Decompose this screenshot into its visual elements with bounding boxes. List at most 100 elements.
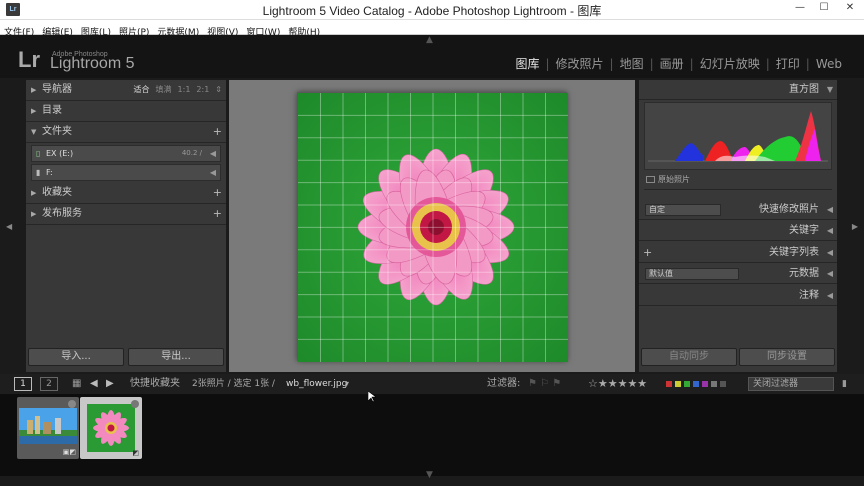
- filter-lock-icon[interactable]: ▮: [842, 374, 847, 394]
- right-panel-toggle-icon[interactable]: ▶: [852, 222, 858, 231]
- filter-preset-select[interactable]: 关闭过滤器: [748, 377, 834, 391]
- zoom-fit[interactable]: 适合: [134, 85, 150, 94]
- folders-header[interactable]: ▼ 文件夹 +: [26, 122, 226, 143]
- publish-services-header[interactable]: ▶ 发布服务 +: [26, 204, 226, 225]
- publish-services-label: 发布服务: [42, 208, 82, 219]
- module-book[interactable]: 画册: [654, 57, 690, 71]
- quick-develop-preset-select[interactable]: 自定: [645, 204, 721, 216]
- expand-triangle-icon: ◀: [826, 291, 833, 300]
- zoom-1-1[interactable]: 1:1: [178, 85, 191, 94]
- module-slideshow[interactable]: 幻灯片放映: [694, 57, 766, 71]
- catalog-header[interactable]: ▶ 目录: [26, 101, 226, 122]
- original-photo-row: 原始照片: [644, 172, 832, 190]
- comments-header[interactable]: 注释 ◀: [639, 286, 837, 306]
- export-button[interactable]: 导出...: [128, 348, 224, 366]
- right-panel-buttons: 自动同步 同步设置: [639, 348, 837, 368]
- page-1-button[interactable]: 1: [14, 377, 32, 391]
- add-collection-icon[interactable]: +: [213, 183, 222, 203]
- rating-filter-stars[interactable]: ☆★★★★★: [588, 374, 647, 394]
- zoom-menu-icon[interactable]: ⇕: [215, 85, 222, 94]
- folder-name: EX (E:): [46, 149, 74, 158]
- folder-row[interactable]: ▯ EX (E:) 40.2 / ◀: [31, 145, 221, 162]
- module-map[interactable]: 地图: [614, 57, 650, 71]
- navigator-header[interactable]: ▶ 导航器 适合 填满 1:1 2:1 ⇕: [26, 80, 226, 101]
- color-label-filter[interactable]: [666, 380, 742, 388]
- thumbnail-cell[interactable]: ▣◩: [17, 397, 79, 459]
- thumbnail-cell-selected[interactable]: ◩: [80, 397, 142, 459]
- module-separator: |: [545, 57, 550, 71]
- maximize-button[interactable]: ☐: [814, 2, 834, 13]
- add-folder-icon[interactable]: +: [213, 122, 222, 142]
- window-title: Lightroom 5 Video Catalog - Adobe Photos…: [262, 4, 602, 18]
- menu-bar: 文件(F) 编辑(E) 图库(L) 照片(P) 元数据(M) 视图(V) 窗口(W) 帮助(H…: [0, 20, 864, 38]
- module-picker: 图库 | 修改照片 | 地图 | 画册 | 幻灯片放映 | 打印 | Web: [509, 55, 848, 72]
- import-button[interactable]: 导入...: [28, 348, 124, 366]
- left-panel-toggle-icon[interactable]: ◀: [6, 222, 12, 231]
- loupe-view[interactable]: [229, 80, 635, 372]
- expand-triangle-icon: ◀: [826, 226, 833, 235]
- go-arrow-icon[interactable]: ◀: [210, 165, 216, 180]
- filename-dropdown-icon[interactable]: ▾: [345, 374, 349, 394]
- previous-arrow-icon[interactable]: ◀: [90, 374, 98, 394]
- catalog-label: 目录: [42, 105, 62, 116]
- next-arrow-icon[interactable]: ▶: [106, 374, 114, 394]
- module-web[interactable]: Web: [810, 57, 848, 71]
- go-arrow-icon[interactable]: ◀: [210, 146, 216, 161]
- folders-label: 文件夹: [42, 126, 72, 137]
- expand-triangle-icon: ▶: [31, 210, 37, 218]
- filmstrip: ▣◩ ◩: [0, 394, 864, 476]
- page-2-button[interactable]: 2: [40, 377, 58, 391]
- flag-filter-icons[interactable]: ⚑ ⚐ ⚑: [528, 374, 561, 394]
- quick-develop-header[interactable]: 自定 快速修改照片 ◀: [639, 200, 837, 220]
- collections-header[interactable]: ▶ 收藏夹 +: [26, 183, 226, 204]
- drive-icon: ▯: [36, 149, 41, 158]
- expand-triangle-icon: ◀: [826, 269, 833, 278]
- folder-row[interactable]: ▮ F: ◀: [31, 164, 221, 181]
- expand-triangle-icon: ◀: [826, 205, 833, 214]
- keywording-label: 关键字: [789, 225, 819, 236]
- expand-triangle-icon: ▶: [31, 189, 37, 197]
- keywording-header[interactable]: 关键字 ◀: [639, 221, 837, 241]
- histogram[interactable]: [644, 102, 832, 170]
- collapse-triangle-icon: ▼: [826, 85, 833, 94]
- comments-label: 注释: [799, 290, 819, 301]
- zoom-2-1[interactable]: 2:1: [196, 85, 209, 94]
- navigator-label: 导航器: [42, 84, 72, 95]
- collapse-triangle-icon: ▼: [31, 128, 37, 136]
- folder-capacity: 40.2 /: [181, 149, 202, 157]
- minimize-button[interactable]: —: [790, 2, 810, 13]
- filmstrip-source[interactable]: 快捷收藏夹: [130, 374, 180, 394]
- close-button[interactable]: ✕: [840, 2, 860, 13]
- mouse-cursor-icon: [368, 391, 376, 403]
- grid-view-icon[interactable]: ▦: [72, 374, 81, 394]
- metadata-preset-select[interactable]: 默认值: [645, 268, 739, 280]
- original-photo-label: 原始照片: [658, 175, 690, 184]
- folder-name: F:: [46, 168, 53, 177]
- expand-triangle-icon: ▶: [31, 107, 37, 115]
- quick-develop-label: 快速修改照片: [759, 204, 819, 215]
- top-panel-toggle-icon[interactable]: ▲: [426, 35, 433, 45]
- bottom-panel-toggle-icon[interactable]: ▼: [426, 470, 433, 480]
- main-photo[interactable]: [297, 92, 568, 362]
- add-keyword-icon[interactable]: +: [643, 243, 652, 263]
- zoom-fill[interactable]: 填满: [156, 85, 172, 94]
- module-develop[interactable]: 修改照片: [550, 57, 610, 71]
- thumbnail-edit-icon: ◩: [132, 449, 139, 457]
- auto-sync-button[interactable]: 自动同步: [641, 348, 737, 366]
- thumbnail-badge-icon: [131, 400, 139, 408]
- lightroom-window: Lr Lightroom 5 Video Catalog - Adobe Pho…: [0, 0, 864, 486]
- module-library[interactable]: 图库: [509, 57, 545, 71]
- title-bar: Lr Lightroom 5 Video Catalog - Adobe Pho…: [0, 0, 864, 20]
- keyword-list-header[interactable]: + 关键字列表 ◀: [639, 243, 837, 263]
- module-print[interactable]: 打印: [770, 57, 806, 71]
- filmstrip-toolbar: 1 2 ▦ ◀ ▶ 快捷收藏夹 2张照片 / 选定 1张 / wb_flower…: [0, 374, 864, 394]
- city-skyline-thumbnail[interactable]: [19, 408, 77, 444]
- metadata-header[interactable]: 默认值 元数据 ◀: [639, 264, 837, 284]
- flower-thumbnail[interactable]: [87, 404, 135, 452]
- right-panel: 直方图 ▼ 原始照片 自定 快速修改照片 ◀ 关键字 ◀ + 关键字列表 ◀ 默…: [639, 80, 837, 372]
- sync-settings-button[interactable]: 同步设置: [739, 348, 835, 366]
- original-photo-checkbox[interactable]: [646, 176, 655, 183]
- histogram-header[interactable]: 直方图 ▼: [639, 80, 837, 100]
- add-publish-service-icon[interactable]: +: [213, 204, 222, 224]
- filename-label[interactable]: wb_flower.jpg: [286, 374, 347, 394]
